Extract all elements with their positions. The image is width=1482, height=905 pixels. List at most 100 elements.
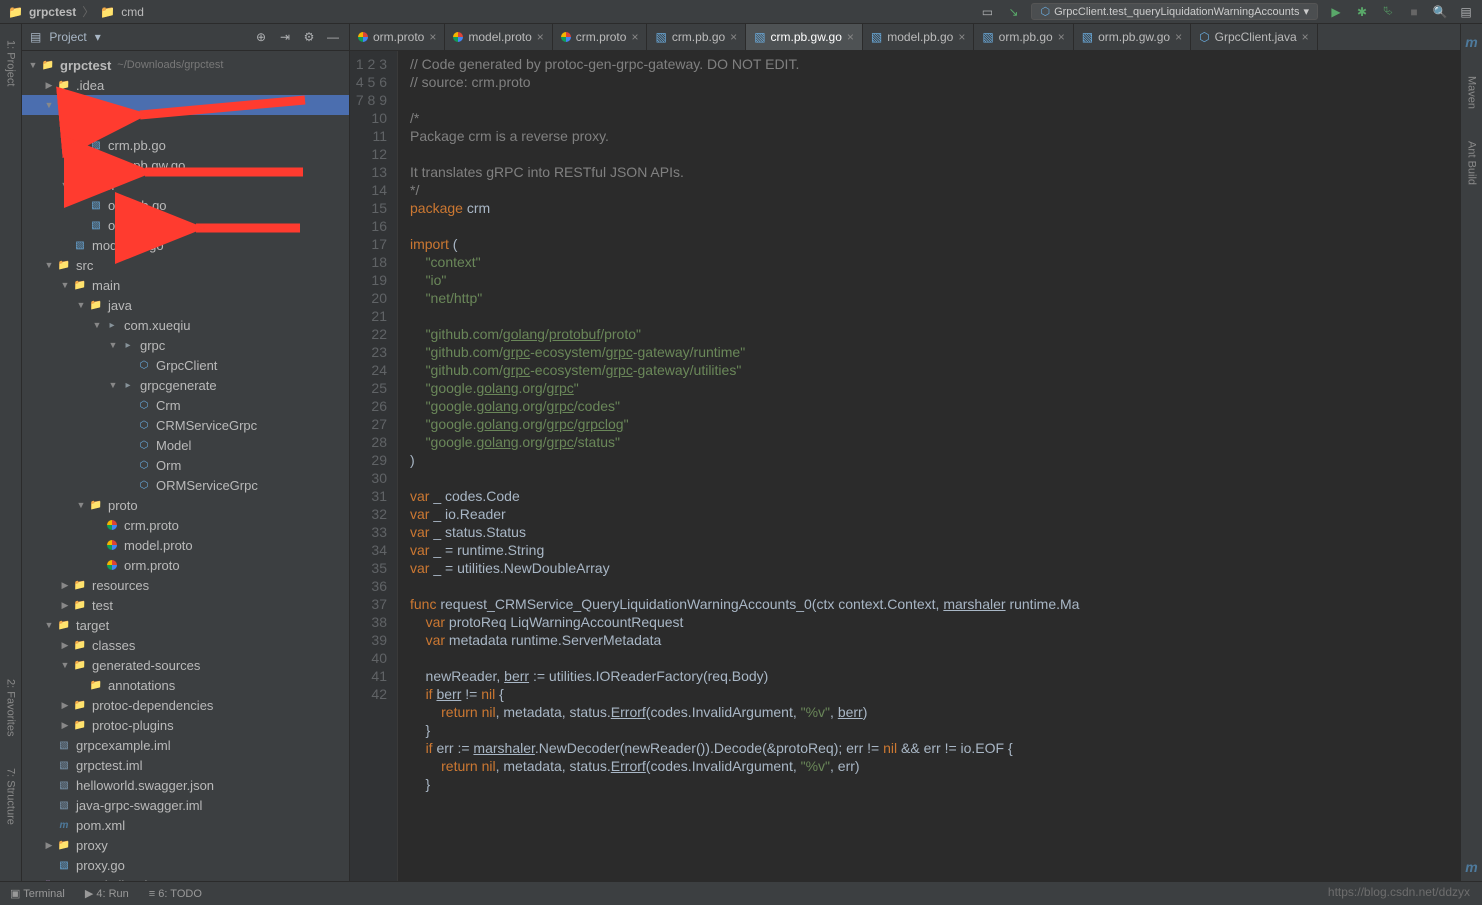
close-icon[interactable]: ×: [1175, 30, 1182, 44]
folder-icon: 📁: [100, 5, 115, 19]
editor-tab[interactable]: ▧crm.pb.gw.go×: [746, 24, 863, 50]
tree-node[interactable]: ▼▸grpcgenerate: [22, 375, 349, 395]
tree-node[interactable]: model.proto: [22, 535, 349, 555]
tree-node[interactable]: ⬡Model: [22, 435, 349, 455]
ant-tool-button[interactable]: Ant Build: [1466, 135, 1478, 191]
editor-tab[interactable]: model.proto×: [445, 24, 552, 50]
code-editor[interactable]: 1 2 3 4 5 6 7 8 9 10 11 12 13 14 15 16 1…: [350, 51, 1460, 881]
gear-icon[interactable]: ⚙: [301, 29, 317, 45]
tree-node[interactable]: ⬡Crm: [22, 395, 349, 415]
editor-tab[interactable]: ▧model.pb.go×: [863, 24, 974, 50]
project-tree[interactable]: ▼📁grpctest~/Downloads/grpctest▶📁.idea▼📁c…: [22, 51, 349, 881]
hammer-icon[interactable]: ↘: [1005, 4, 1021, 20]
tree-node[interactable]: 📁annotations: [22, 675, 349, 695]
breadcrumb: 📁 grpctest 〉 📁 cmd: [8, 3, 144, 20]
tree-node[interactable]: ⬡GrpcClient: [22, 355, 349, 375]
editor-tab[interactable]: ▧crm.pb.go×: [647, 24, 746, 50]
structure-tool-button[interactable]: 7: Structure: [5, 762, 17, 831]
tree-node[interactable]: ▶📁classes: [22, 635, 349, 655]
tree-node[interactable]: ▧helloworld.swagger.json: [22, 775, 349, 795]
tree-node[interactable]: ▼📁cmd: [22, 95, 349, 115]
tree-node[interactable]: ⬡Orm: [22, 455, 349, 475]
hide-icon[interactable]: —: [325, 29, 341, 45]
tree-node[interactable]: ▶📁protoc-dependencies: [22, 695, 349, 715]
tree-node[interactable]: ▼📁orm: [22, 175, 349, 195]
maven-m-icon: m: [1465, 34, 1477, 50]
tree-root[interactable]: ▼📁grpctest~/Downloads/grpctest: [22, 55, 349, 75]
project-tool-button[interactable]: 1: Project: [5, 34, 17, 92]
editor-tabs: orm.proto×model.proto×crm.proto×▧crm.pb.…: [350, 24, 1460, 51]
editor-tab[interactable]: orm.proto×: [350, 24, 445, 50]
coverage-icon[interactable]: ⮱: [1380, 4, 1396, 20]
maven-tool-button[interactable]: Maven: [1466, 70, 1478, 115]
run-config-label: GrpcClient.test_queryLiquidationWarningA…: [1054, 6, 1299, 18]
breadcrumb-item[interactable]: cmd: [121, 5, 144, 19]
tree-node[interactable]: ▼📁proto: [22, 495, 349, 515]
tree-node[interactable]: ⬡CRMServiceGrpc: [22, 415, 349, 435]
right-tool-gutter: m Maven Ant Build m: [1460, 24, 1482, 881]
editor-tab[interactable]: ▧orm.pb.go×: [974, 24, 1073, 50]
run-icon[interactable]: ▶: [1328, 4, 1344, 20]
project-sidebar: ▤ Project ▾ ⊕ ⇥ ⚙ — ▼📁grpctest~/Download…: [22, 24, 350, 881]
watermark: https://blog.csdn.net/ddzyx: [1328, 885, 1470, 899]
breadcrumb-sep: 〉: [82, 3, 94, 20]
close-icon[interactable]: ×: [429, 30, 436, 44]
tree-node[interactable]: ▧model.pb.go: [22, 235, 349, 255]
close-icon[interactable]: ×: [958, 30, 965, 44]
tree-node[interactable]: ▼📁crm: [22, 115, 349, 135]
tree-node[interactable]: ▧java-grpc-swagger.iml: [22, 795, 349, 815]
close-icon[interactable]: ×: [1302, 30, 1309, 44]
tree-node[interactable]: ▶📁protoc-plugins: [22, 715, 349, 735]
run-button[interactable]: ▶ 4: Run: [85, 887, 129, 900]
build-icon[interactable]: ▭: [979, 4, 995, 20]
tree-node[interactable]: ▶⫴External Libraries: [22, 875, 349, 881]
close-icon[interactable]: ×: [847, 30, 854, 44]
tree-node[interactable]: ▧crm.pb.gw.go: [22, 155, 349, 175]
tree-node[interactable]: ⬡ORMServiceGrpc: [22, 475, 349, 495]
tree-node[interactable]: ▼▸com.xueqiu: [22, 315, 349, 335]
locate-icon[interactable]: ⊕: [253, 29, 269, 45]
favorites-tool-button[interactable]: 2: Favorites: [5, 673, 17, 742]
tree-node[interactable]: ▧proxy.go: [22, 855, 349, 875]
close-icon[interactable]: ×: [1058, 30, 1065, 44]
debug-icon[interactable]: ✱: [1354, 4, 1370, 20]
chevron-down-icon[interactable]: ▾: [95, 30, 101, 44]
tree-node[interactable]: ▶📁resources: [22, 575, 349, 595]
project-panel-title[interactable]: Project: [49, 30, 86, 44]
tree-node[interactable]: ▼📁src: [22, 255, 349, 275]
terminal-button[interactable]: ▣ Terminal: [10, 887, 65, 900]
tree-node[interactable]: crm.proto: [22, 515, 349, 535]
tree-node[interactable]: ▧orm.pb.gw.go: [22, 215, 349, 235]
left-tool-gutter: 1: Project 2: Favorites 7: Structure: [0, 24, 22, 881]
folder-icon: 📁: [8, 5, 23, 19]
tree-node[interactable]: ▼📁target: [22, 615, 349, 635]
close-icon[interactable]: ×: [631, 30, 638, 44]
tree-node[interactable]: mpom.xml: [22, 815, 349, 835]
tree-node[interactable]: ▧grpcexample.iml: [22, 735, 349, 755]
tree-node[interactable]: orm.proto: [22, 555, 349, 575]
collapse-icon[interactable]: ⇥: [277, 29, 293, 45]
breadcrumb-root[interactable]: grpctest: [29, 5, 76, 19]
run-config-dropdown[interactable]: ⬡ GrpcClient.test_queryLiquidationWarnin…: [1031, 3, 1318, 20]
tree-node[interactable]: ▼📁main: [22, 275, 349, 295]
editor-tab[interactable]: ⬡GrpcClient.java×: [1191, 24, 1318, 50]
close-icon[interactable]: ×: [730, 30, 737, 44]
layers-icon[interactable]: ▤: [1458, 4, 1474, 20]
stop-icon[interactable]: ■: [1406, 4, 1422, 20]
tree-node[interactable]: ▼📁java: [22, 295, 349, 315]
tree-node[interactable]: ▧orm.pb.go: [22, 195, 349, 215]
search-icon[interactable]: 🔍: [1432, 4, 1448, 20]
tree-node[interactable]: ▶📁test: [22, 595, 349, 615]
editor-tab[interactable]: crm.proto×: [553, 24, 648, 50]
tree-node[interactable]: ▼▸grpc: [22, 335, 349, 355]
tree-node[interactable]: ▶📁.idea: [22, 75, 349, 95]
project-combo-icon: ▤: [30, 30, 41, 44]
tree-node[interactable]: ▧crm.pb.go: [22, 135, 349, 155]
code-area[interactable]: // Code generated by protoc-gen-grpc-gat…: [398, 51, 1460, 881]
tree-node[interactable]: ▼📁generated-sources: [22, 655, 349, 675]
todo-button[interactable]: ≡ 6: TODO: [149, 888, 202, 900]
close-icon[interactable]: ×: [537, 30, 544, 44]
editor-tab[interactable]: ▧orm.pb.gw.go×: [1074, 24, 1191, 50]
tree-node[interactable]: ▶📁proxy: [22, 835, 349, 855]
tree-node[interactable]: ▧grpctest.iml: [22, 755, 349, 775]
